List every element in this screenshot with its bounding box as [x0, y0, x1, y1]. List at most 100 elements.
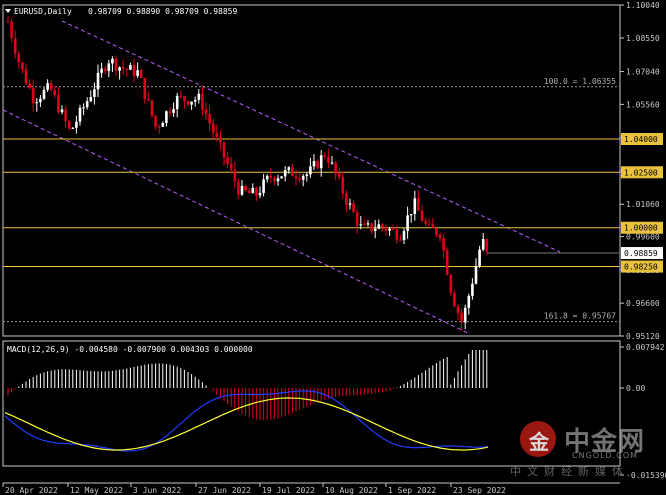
candle-body: [229, 164, 233, 170]
candle-body: [485, 239, 489, 252]
candle-body: [298, 177, 301, 180]
macd-tick-label: 0.00: [626, 384, 645, 393]
channel-lower-line: [2, 109, 471, 335]
candle-body: [363, 224, 366, 226]
candle-body: [305, 174, 309, 176]
candle-body: [323, 155, 327, 157]
current-price-label: 0.98859: [624, 249, 658, 258]
candle-body: [49, 83, 53, 91]
candle-body: [89, 96, 93, 102]
candle-body: [445, 250, 449, 275]
symbol-label: EURUSD,Daily: [14, 7, 72, 16]
candle-body: [150, 100, 154, 116]
candle-body: [240, 185, 244, 195]
candle-body: [201, 93, 204, 111]
candle-body: [100, 68, 103, 73]
candle-body: [157, 126, 161, 128]
candle-body: [251, 187, 255, 194]
candle-body: [96, 72, 100, 90]
candle-body: [478, 249, 481, 266]
candle-body: [406, 215, 409, 231]
candle-body: [319, 155, 323, 169]
candle-body: [373, 228, 377, 232]
candle-body: [215, 132, 219, 137]
candle-body: [262, 179, 265, 193]
candle-body: [481, 239, 485, 250]
candle-body: [78, 107, 82, 122]
candle-body: [449, 274, 453, 293]
candle-body: [143, 77, 147, 99]
price-tick-label: 0.96600: [626, 299, 660, 308]
candle-body: [186, 100, 190, 105]
triangle-down-icon: [5, 9, 11, 13]
candle-body: [474, 265, 478, 284]
fibo-level-label: 161.8 = 0.95767: [544, 312, 616, 321]
candle-body: [183, 96, 186, 101]
candle-body: [60, 109, 64, 113]
candle-body: [121, 67, 125, 69]
candle-body: [179, 95, 183, 97]
candle-body: [75, 121, 78, 128]
candle-body: [348, 203, 352, 205]
candle-body: [53, 90, 57, 95]
candle-body: [172, 109, 175, 113]
candle-body: [456, 306, 460, 313]
candle-body: [438, 234, 442, 239]
candle-body: [258, 192, 262, 196]
candle-body: [118, 67, 121, 71]
candle-body: [175, 95, 179, 110]
candle-body: [132, 65, 136, 76]
candle-body: [10, 21, 13, 39]
candle-body: [139, 70, 143, 78]
candle-body: [312, 161, 316, 167]
candle-body: [294, 176, 298, 178]
candle-body: [309, 166, 312, 175]
candle-body: [334, 162, 337, 174]
macd-label: MACD(12,26,9) -0.004580 -0.007900 0.0043…: [7, 345, 253, 354]
candle-body: [154, 115, 157, 127]
candle-body: [125, 68, 129, 70]
candle-body: [384, 227, 388, 231]
candle-body: [193, 99, 197, 102]
candle-body: [337, 173, 341, 177]
candle-body: [82, 107, 85, 109]
candle-body: [471, 283, 474, 296]
candle-body: [431, 224, 435, 229]
candle-body: [57, 94, 60, 113]
candle-body: [85, 101, 89, 108]
candle-body: [381, 224, 384, 228]
channel-upper-line: [61, 20, 561, 253]
candle-body: [168, 111, 172, 113]
level-price-label: 0.98250: [624, 263, 658, 272]
price-tick-label: 0.95120: [626, 332, 660, 341]
candle-body: [370, 223, 373, 232]
price-tick-label: 1.01060: [626, 200, 660, 209]
candle-body: [391, 228, 395, 230]
candle-body: [388, 228, 391, 231]
level-price-label: 1.04000: [624, 135, 658, 144]
price-chart[interactable]: 1.100401.085501.070401.055601.040601.025…: [0, 0, 666, 495]
candle-body: [114, 58, 118, 71]
candle-body: [165, 111, 168, 123]
candle-body: [24, 69, 28, 84]
candle-body: [427, 223, 431, 225]
candle-body: [247, 190, 251, 194]
fibo-level-label: 100.0 = 1.06355: [544, 77, 616, 86]
price-tick-label: 1.07040: [626, 68, 660, 77]
candle-body: [316, 161, 319, 169]
candle-body: [46, 83, 49, 90]
candle-body: [244, 185, 247, 191]
time-tick-label: 27 Jun 2022: [198, 486, 251, 495]
candle-body: [424, 221, 427, 224]
level-price-label: 1.00000: [624, 224, 658, 233]
candle-body: [13, 38, 17, 54]
candle-body: [463, 307, 467, 323]
candle-body: [399, 239, 402, 241]
candle-body: [327, 156, 330, 163]
candle-body: [276, 178, 280, 182]
price-tick-label: 0.99600: [626, 233, 660, 242]
candle-body: [377, 224, 381, 229]
candle-body: [283, 170, 287, 177]
price-tick-label: 1.10040: [626, 1, 660, 10]
macd-tick-label: 0.007942: [626, 343, 665, 352]
